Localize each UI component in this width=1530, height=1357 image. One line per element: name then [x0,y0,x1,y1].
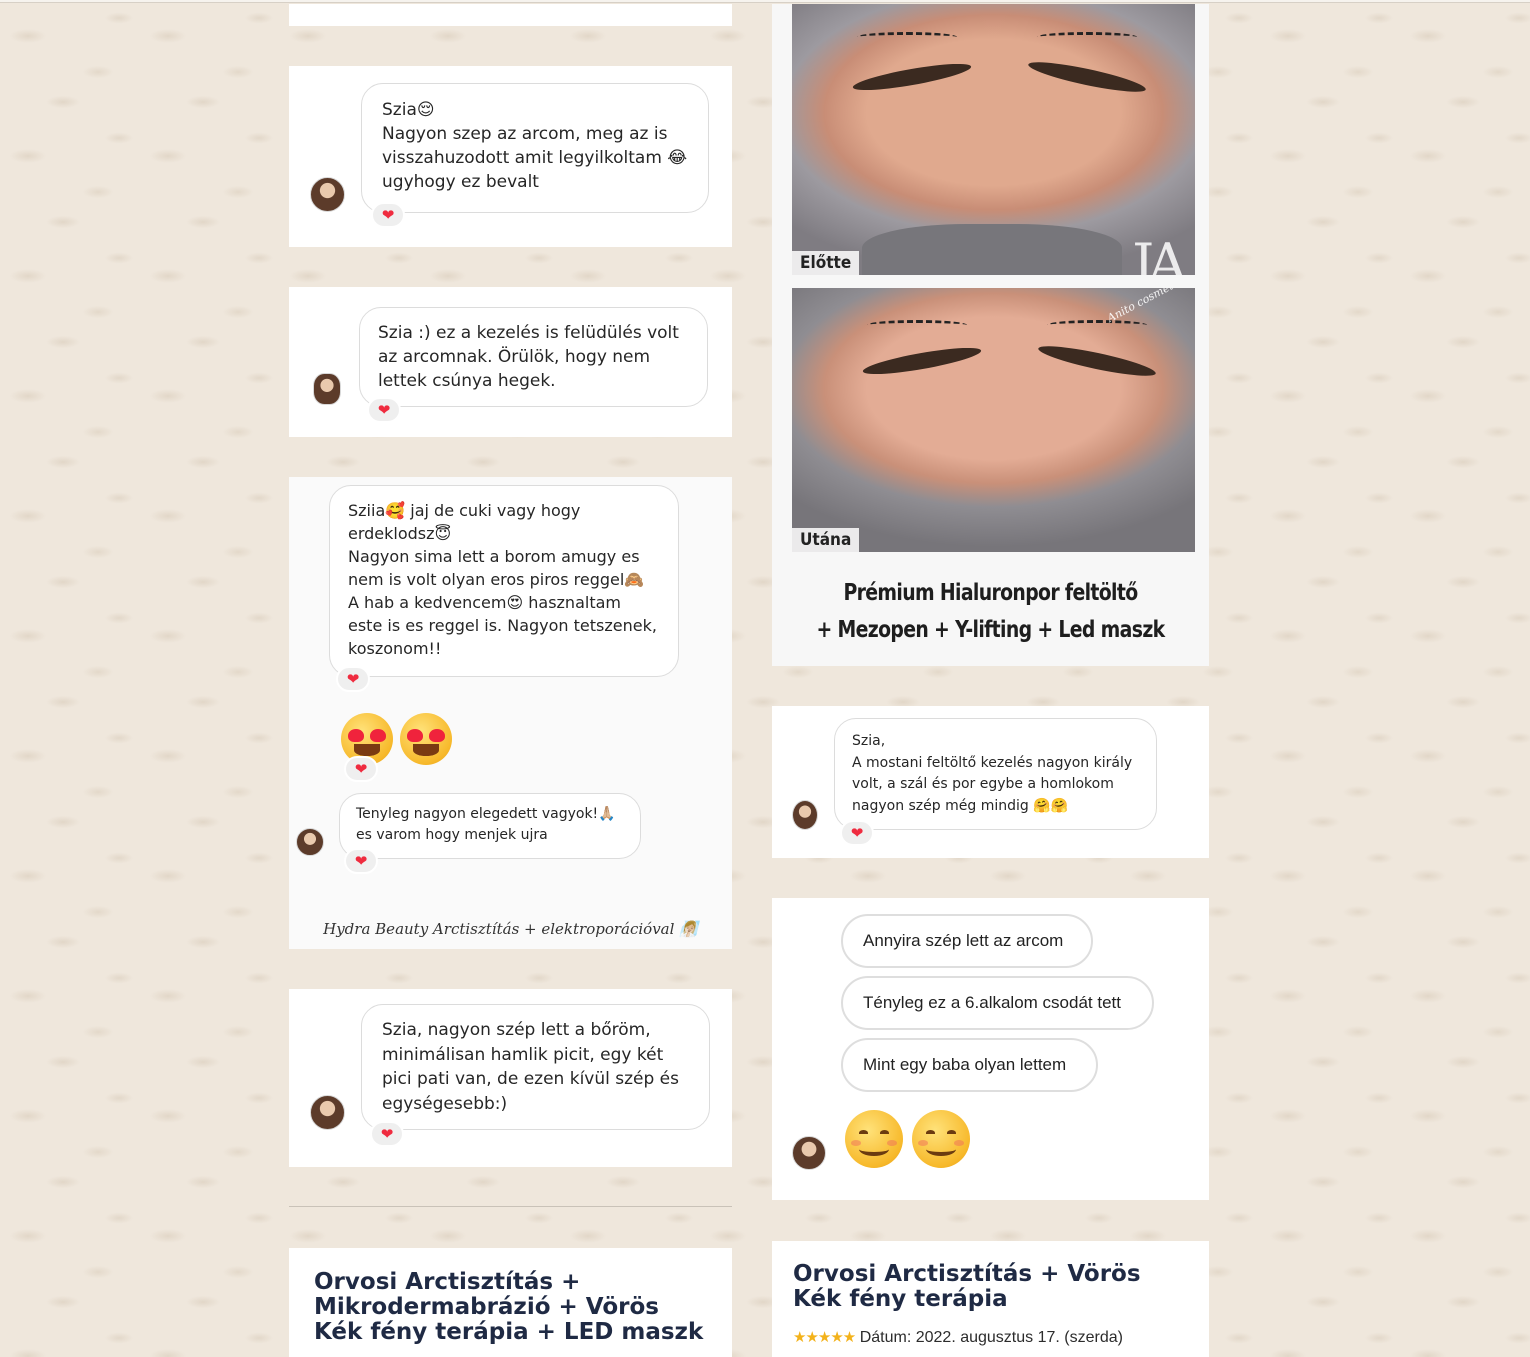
watermark-logo: JA [1132,232,1187,275]
message-bubble: Szia :) ez a kezelés is felüdülés volt a… [359,307,708,407]
message-text: Szia, nagyon szép lett a bőröm, minimáli… [382,1020,680,1114]
article-date: Dátum: 2022. augusztus 17. (szerda) [859,1329,1123,1346]
message-text: Sziia🥰 jaj de cuki vagy hogy erdeklodsz😇… [348,501,657,658]
story-caption: Hydra Beauty Arctisztítás + elektroporác… [323,920,698,938]
before-after-card: Előtte JA Utána Anito cosmetics [772,4,1209,666]
avatar [313,373,341,405]
message-text: Szia :) ez a kezelés is felüdülés volt a… [378,323,679,392]
message-bubble: Szia, nagyon szép lett a bőröm, minimáli… [361,1004,710,1130]
avatar [296,828,324,856]
article-title[interactable]: Orvosi Arctisztítás + Mikrodermabrázió +… [314,1270,714,1345]
testimonial-card-6: Annyira szép lett az arcom Tényleg ez a … [772,898,1209,1200]
reply-text: Tenyleg nagyon elegedett vagyok!🙏🏼 es va… [356,806,616,843]
testimonial-card-1: Szia😌 Nagyon szep az arcom, meg az is vi… [289,66,732,247]
heart-reaction[interactable]: ❤ [344,848,378,874]
article-card-left[interactable]: Orvosi Arctisztítás + Mikrodermabrázió +… [289,1248,732,1357]
section-divider [289,1206,732,1207]
promo-title-line2: + Mezopen + Y-lifting + Led maszk [816,617,1165,643]
before-photo: Előtte JA [792,4,1195,275]
avatar [310,177,345,212]
smiling-emoji-icon [845,1110,903,1168]
testimonial-card-3: Sziia🥰 jaj de cuki vagy hogy erdeklodsz😇… [289,477,732,949]
rating-stars: ★★★★★ [793,1329,856,1346]
heart-reaction[interactable]: ❤ [370,1121,404,1147]
after-photo: Utána Anito cosmetics [792,288,1195,552]
heart-reaction[interactable]: ❤ [367,397,401,423]
testimonial-card-5: Szia, A mostani feltöltő kezelés nagyon … [772,706,1209,858]
testimonial-card-2: Szia :) ez a kezelés is felüdülés volt a… [289,287,732,437]
avatar [792,1136,826,1170]
heart-reaction[interactable]: ❤ [344,756,378,782]
message-pill: Mint egy baba olyan lettem [841,1038,1098,1092]
message-bubble: Szia, A mostani feltöltő kezelés nagyon … [834,718,1157,830]
testimonial-card-4: Szia, nagyon szép lett a bőröm, minimáli… [289,989,732,1167]
message-bubble: Szia😌 Nagyon szep az arcom, meg az is vi… [361,83,709,213]
testimonial-card-partial [289,4,732,26]
heart-eyes-emoji-icon [400,713,452,765]
smiling-emoji-icon [912,1110,970,1168]
heart-reaction[interactable]: ❤ [840,820,874,846]
top-border [0,0,1530,3]
article-title[interactable]: Orvosi Arctisztítás + Vörös Kék fény ter… [793,1262,1193,1312]
before-label: Előtte [792,251,860,275]
message-bubble: Sziia🥰 jaj de cuki vagy hogy erdeklodsz😇… [329,485,679,677]
message-pill: Annyira szép lett az arcom [841,914,1093,968]
avatar [310,1095,345,1130]
watermark-text: Anito cosmetics [1104,288,1189,325]
message-pill: Tényleg ez a 6.alkalom csodát tett [841,976,1154,1030]
heart-reaction[interactable]: ❤ [336,666,370,692]
after-label: Utána [792,528,860,552]
avatar [792,800,818,830]
message-text: Szia😌 Nagyon szep az arcom, meg az is vi… [382,100,688,193]
reply-bubble: Tenyleg nagyon elegedett vagyok!🙏🏼 es va… [339,793,641,859]
promo-title-line1: Prémium Hialuronpor feltöltő [843,580,1138,606]
article-meta: ★★★★★ Dátum: 2022. augusztus 17. (szerda… [793,1328,1123,1347]
message-text: Szia, A mostani feltöltő kezelés nagyon … [852,733,1133,814]
heart-reaction[interactable]: ❤ [371,202,405,228]
